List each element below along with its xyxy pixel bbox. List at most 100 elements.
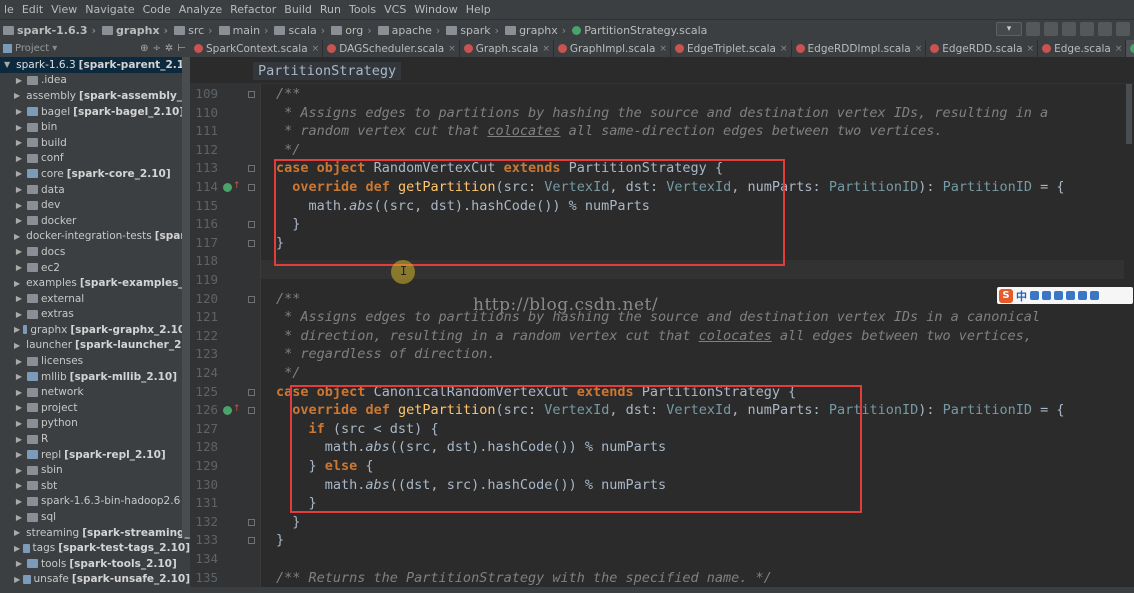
- expand-arrow-icon[interactable]: ▶: [14, 575, 20, 584]
- tree-item[interactable]: ▶ ec2: [0, 260, 190, 276]
- tree-item[interactable]: ▶ network: [0, 384, 190, 400]
- expand-arrow-icon[interactable]: ▶: [14, 341, 20, 350]
- close-icon[interactable]: ×: [1027, 44, 1035, 54]
- expand-arrow-icon[interactable]: ▶: [14, 91, 20, 100]
- tree-item[interactable]: ▶ repl [spark-repl_2.10]: [0, 447, 190, 463]
- expand-arrow-icon[interactable]: ▶: [14, 279, 20, 288]
- fold-marker-icon[interactable]: [248, 91, 255, 98]
- expand-arrow-icon[interactable]: ▶: [14, 497, 24, 506]
- tree-item[interactable]: ▶ sbt: [0, 478, 190, 494]
- menu-item[interactable]: Tools: [345, 3, 380, 16]
- tree-item[interactable]: ▶ conf: [0, 151, 190, 167]
- tree-item[interactable]: ▶ python: [0, 416, 190, 432]
- expand-arrow-icon[interactable]: ▶: [14, 357, 24, 366]
- expand-arrow-icon[interactable]: ▶: [14, 232, 20, 241]
- shirt-icon[interactable]: [1078, 291, 1087, 300]
- editor-tab[interactable]: EdgeTriplet.scala ×: [671, 40, 792, 57]
- expand-arrow-icon[interactable]: ▼: [4, 60, 10, 69]
- tree-item[interactable]: ▶ docs: [0, 244, 190, 260]
- menu-item[interactable]: le: [0, 3, 18, 16]
- close-icon[interactable]: ×: [780, 44, 788, 54]
- expand-arrow-icon[interactable]: ▶: [14, 201, 24, 210]
- sync-icon[interactable]: ⊕: [140, 43, 148, 54]
- menu-item[interactable]: Help: [462, 3, 495, 16]
- wrench-icon[interactable]: [1090, 291, 1099, 300]
- menu-item[interactable]: Build: [280, 3, 316, 16]
- stop-icon[interactable]: [1062, 22, 1076, 36]
- ime-language-toggle[interactable]: 中: [1016, 288, 1027, 304]
- expand-arrow-icon[interactable]: ▶: [14, 450, 24, 459]
- sdk-icon[interactable]: [1116, 22, 1130, 36]
- tree-root[interactable]: ▼ spark-1.6.3 [spark-parent_2.10] D:: [0, 57, 190, 73]
- expand-arrow-icon[interactable]: ▶: [14, 513, 24, 522]
- breadcrumb-item[interactable]: PartitionStrategy.scala: [569, 24, 710, 37]
- breadcrumb-item[interactable]: graphx ›: [99, 24, 171, 37]
- fold-marker-icon[interactable]: [248, 537, 255, 545]
- editor-scrollbar[interactable]: [1124, 84, 1134, 587]
- editor-tab[interactable]: SparkContext.scala ×: [190, 40, 324, 57]
- expand-arrow-icon[interactable]: ▶: [14, 138, 24, 147]
- expand-arrow-icon[interactable]: ▶: [14, 481, 24, 490]
- hide-icon[interactable]: ⊢: [177, 43, 186, 54]
- tree-item[interactable]: ▶ bin: [0, 119, 190, 135]
- tree-item[interactable]: ▶ licenses: [0, 353, 190, 369]
- expand-arrow-icon[interactable]: ▶: [14, 169, 24, 178]
- editor-tab[interactable]: PartitionStrate: [1126, 40, 1134, 57]
- menu-item[interactable]: VCS: [380, 3, 410, 16]
- tree-item[interactable]: ▶ data: [0, 182, 190, 198]
- menu-item[interactable]: Code: [139, 3, 175, 16]
- fold-marker-icon[interactable]: [248, 239, 255, 247]
- editor-tab[interactable]: GraphImpl.scala ×: [554, 40, 671, 57]
- tree-item[interactable]: ▶ assembly[spark-assembly_2.10]: [0, 88, 190, 104]
- tree-item[interactable]: ▶ sbin: [0, 462, 190, 478]
- breadcrumb-item[interactable]: spark-1.6.3 ›: [0, 24, 99, 37]
- breadcrumb-item[interactable]: src ›: [171, 24, 215, 37]
- tree-item[interactable]: ▶ spark-1.6.3-bin-hadoop2.6: [0, 494, 190, 510]
- tree-item[interactable]: ▶ examples[spark-examples_2.10]: [0, 275, 190, 291]
- debug-icon[interactable]: [1044, 22, 1058, 36]
- implements-icon[interactable]: [223, 183, 232, 192]
- expand-arrow-icon[interactable]: ▶: [14, 435, 24, 444]
- breadcrumb-item[interactable]: main ›: [216, 24, 272, 37]
- chevron-down-icon[interactable]: ▾: [52, 43, 57, 54]
- gear-icon[interactable]: ✲: [165, 43, 173, 54]
- fold-marker-icon[interactable]: [248, 407, 255, 415]
- editor-tab[interactable]: DAGScheduler.scala ×: [323, 40, 460, 57]
- close-icon[interactable]: ×: [1115, 44, 1123, 54]
- close-icon[interactable]: ×: [312, 44, 320, 54]
- run-config-dropdown[interactable]: ▾: [996, 22, 1022, 36]
- expand-arrow-icon[interactable]: ▶: [14, 216, 24, 225]
- tree-item[interactable]: ▶ bagel [spark-bagel_2.10]: [0, 104, 190, 120]
- expand-arrow-icon[interactable]: ▶: [14, 294, 24, 303]
- breadcrumb-item[interactable]: spark ›: [443, 24, 502, 37]
- menu-item[interactable]: Analyze: [175, 3, 226, 16]
- editor-tab[interactable]: EdgeRDD.scala ×: [926, 40, 1039, 57]
- close-icon[interactable]: ×: [659, 44, 667, 54]
- menu-item[interactable]: Edit: [18, 3, 47, 16]
- ime-toolbar[interactable]: S 中: [997, 287, 1133, 304]
- code-editor[interactable]: /** * Assigns edges to partitions by has…: [261, 84, 1134, 593]
- breadcrumb-item[interactable]: graphx ›: [502, 24, 569, 37]
- tree-item[interactable]: ▶ .idea: [0, 73, 190, 89]
- tree-item[interactable]: ▶ project: [0, 400, 190, 416]
- fold-marker-icon[interactable]: [248, 295, 255, 303]
- tree-item[interactable]: ▶ build: [0, 135, 190, 151]
- menu-item[interactable]: Window: [410, 3, 461, 16]
- editor-tab[interactable]: EdgeRDDImpl.scala ×: [792, 40, 927, 57]
- collapse-icon[interactable]: ÷: [153, 43, 161, 54]
- keyboard-icon[interactable]: [1054, 291, 1063, 300]
- breadcrumb-item[interactable]: apache ›: [375, 24, 444, 37]
- close-icon[interactable]: ×: [915, 44, 923, 54]
- close-icon[interactable]: ×: [542, 44, 550, 54]
- expand-arrow-icon[interactable]: ▶: [14, 559, 24, 568]
- moon-icon[interactable]: [1030, 291, 1039, 300]
- tree-item[interactable]: ▶ tools [spark-tools_2.10]: [0, 556, 190, 572]
- expand-arrow-icon[interactable]: ▶: [14, 76, 24, 85]
- expand-arrow-icon[interactable]: ▶: [14, 528, 20, 537]
- breadcrumb-item[interactable]: scala ›: [271, 24, 328, 37]
- build-icon[interactable]: [1080, 22, 1094, 36]
- tree-item[interactable]: ▶ streaming[spark-streaming_2.10: [0, 525, 190, 541]
- punctuation-icon[interactable]: [1042, 291, 1051, 300]
- tree-item[interactable]: ▶ mllib [spark-mllib_2.10]: [0, 369, 190, 385]
- expand-arrow-icon[interactable]: ▶: [14, 107, 24, 116]
